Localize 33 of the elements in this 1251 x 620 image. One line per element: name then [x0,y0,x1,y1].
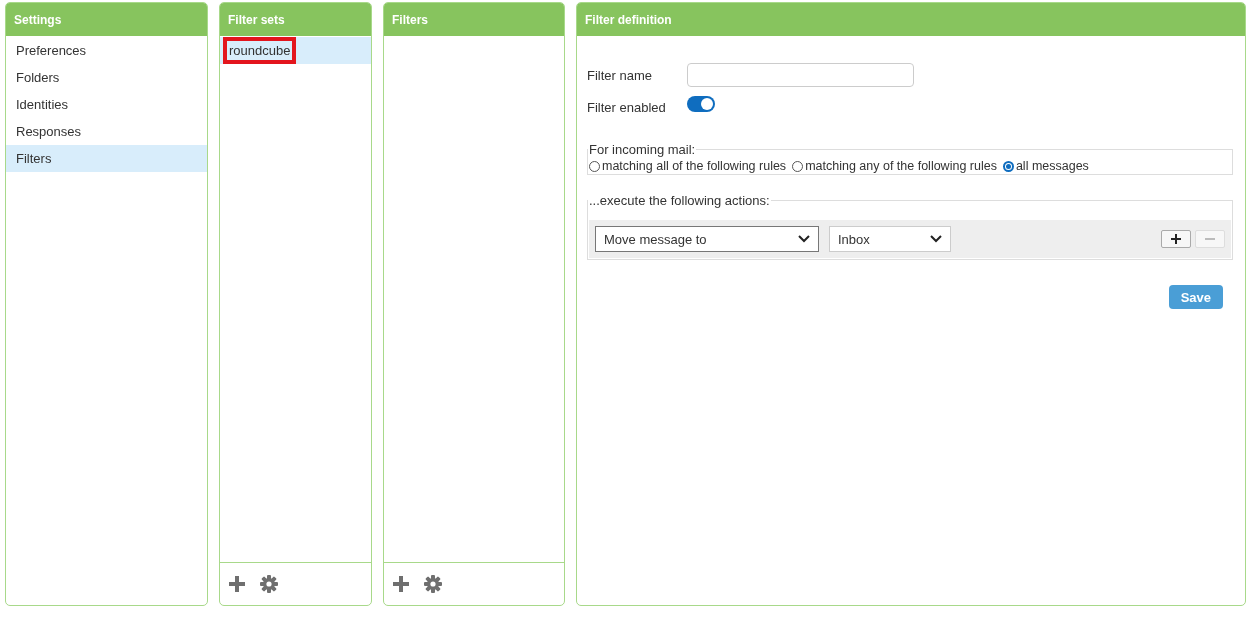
radio-button[interactable] [792,160,804,172]
add-action-button[interactable] [1161,230,1191,248]
settings-nav-item[interactable]: Responses [6,118,207,145]
settings-icon[interactable] [260,575,278,593]
radio-button[interactable] [589,160,600,172]
add-icon[interactable] [228,575,246,593]
panel-header: Filter sets [220,3,371,36]
panel-header: Settings [6,3,207,36]
radio-button[interactable] [1002,160,1014,172]
field-label: Filter name [587,67,654,83]
panel-header: Filters [384,3,564,36]
radio-label[interactable]: matching all of the following rules [602,159,787,173]
settings-nav-item[interactable]: Folders [6,64,207,91]
chevron-down-icon [798,235,810,243]
settings-nav-item[interactable]: Filters [6,145,207,172]
filter-set-row[interactable]: roundcube [220,37,371,64]
radio-label[interactable]: all messages [1015,159,1089,173]
settings-nav-item[interactable]: Identities [6,91,207,118]
plus-icon [1171,234,1181,244]
section-legend: For incoming mail: [588,142,697,157]
add-icon[interactable] [392,575,410,593]
enabled-toggle[interactable] [687,96,715,112]
filter-name-input[interactable] [687,63,914,87]
panel-header: Filter definition [577,3,1245,36]
settings-icon[interactable] [424,575,442,593]
section-legend: ...execute the following actions: [588,193,771,208]
filter-set-name: roundcube [223,37,297,64]
chevron-down-icon [930,235,942,243]
settings-nav-item[interactable]: Preferences [6,37,207,64]
folder-select[interactable]: Inbox [829,226,951,252]
action-select[interactable]: Move message to [595,226,819,252]
field-label: Filter enabled [587,99,667,115]
radio-label[interactable]: matching any of the following rules [805,159,997,173]
